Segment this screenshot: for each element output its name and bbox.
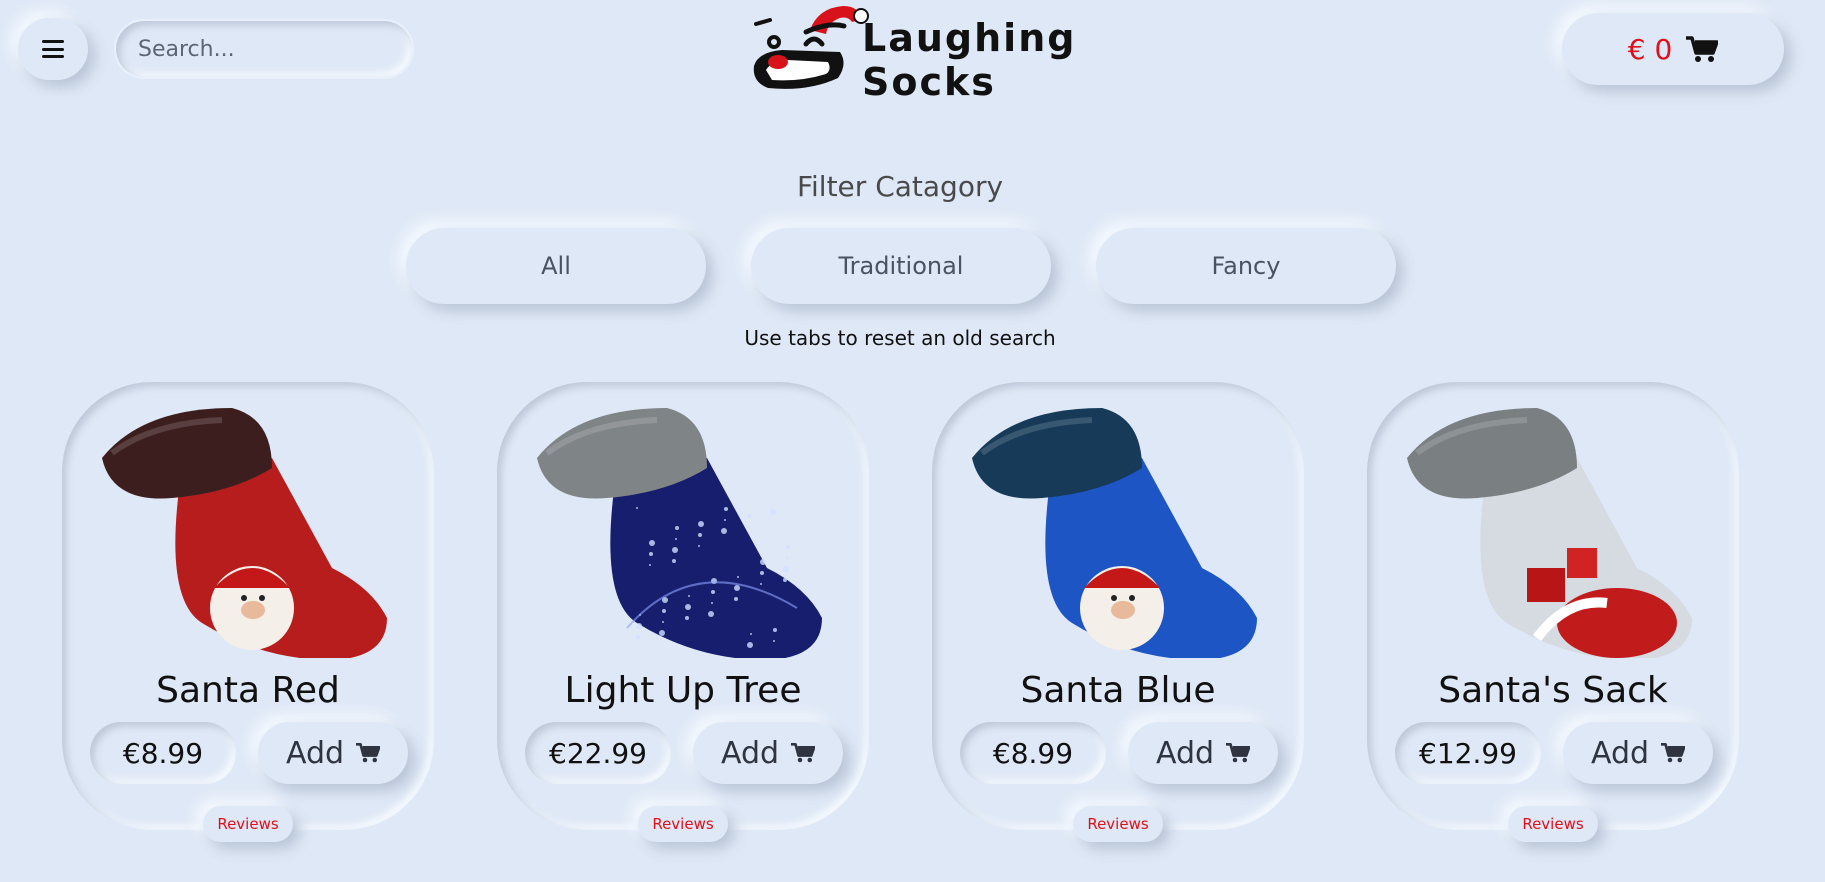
product-image [1407, 408, 1692, 658]
tab-traditional[interactable]: Traditional [751, 228, 1051, 304]
product-card: Santa Blue €8.99 Add [932, 382, 1304, 830]
product-image [972, 408, 1257, 658]
product-card: Santa Red €8.99 Add [62, 382, 434, 830]
logo-line-1: Laughing [862, 16, 1077, 60]
cart-button[interactable]: € 0 [1562, 13, 1784, 85]
add-label: Add [1155, 735, 1215, 771]
product-name: Santa's Sack [1438, 670, 1668, 711]
cart-icon [1686, 36, 1719, 62]
add-to-cart-button[interactable]: Add [258, 722, 408, 784]
add-to-cart-button[interactable]: Add [1563, 722, 1713, 784]
hamburger-icon [42, 40, 64, 58]
product-card: Light Up Tree €22.99 Add [497, 382, 869, 830]
product-price: €8.99 [960, 722, 1106, 784]
cart-icon [356, 736, 381, 771]
reviews-button[interactable]: Reviews [1073, 806, 1163, 842]
reviews-button[interactable]: Reviews [638, 806, 728, 842]
product-name: Light Up Tree [564, 670, 802, 711]
logo-text: Laughing Socks [862, 16, 1076, 104]
cart-icon [1661, 736, 1686, 771]
cart-total: € 0 [1627, 32, 1673, 66]
product-price: €8.99 [90, 722, 236, 784]
product-image [102, 408, 387, 658]
search-input[interactable] [114, 19, 414, 79]
product-image [537, 408, 822, 658]
filter-hint: Use tabs to reset an old search [744, 326, 1056, 350]
product-price: €22.99 [525, 722, 671, 784]
product-name: Santa Blue [1020, 670, 1216, 711]
product-price: €12.99 [1395, 722, 1541, 784]
add-label: Add [285, 735, 345, 771]
menu-button[interactable] [18, 18, 88, 80]
cart-icon [791, 736, 816, 771]
add-to-cart-button[interactable]: Add [693, 722, 843, 784]
add-label: Add [720, 735, 780, 771]
cart-icon [1226, 736, 1251, 771]
product-name: Santa Red [156, 670, 340, 711]
tab-all[interactable]: All [406, 228, 706, 304]
logo-line-2: Socks [862, 60, 996, 104]
product-card: Santa's Sack €12.99 Add [1367, 382, 1739, 830]
reviews-button[interactable]: Reviews [1508, 806, 1598, 842]
reviews-button[interactable]: Reviews [203, 806, 293, 842]
add-to-cart-button[interactable]: Add [1128, 722, 1278, 784]
add-label: Add [1590, 735, 1650, 771]
filter-title: Filter Catagory [796, 170, 1004, 203]
tab-fancy[interactable]: Fancy [1096, 228, 1396, 304]
